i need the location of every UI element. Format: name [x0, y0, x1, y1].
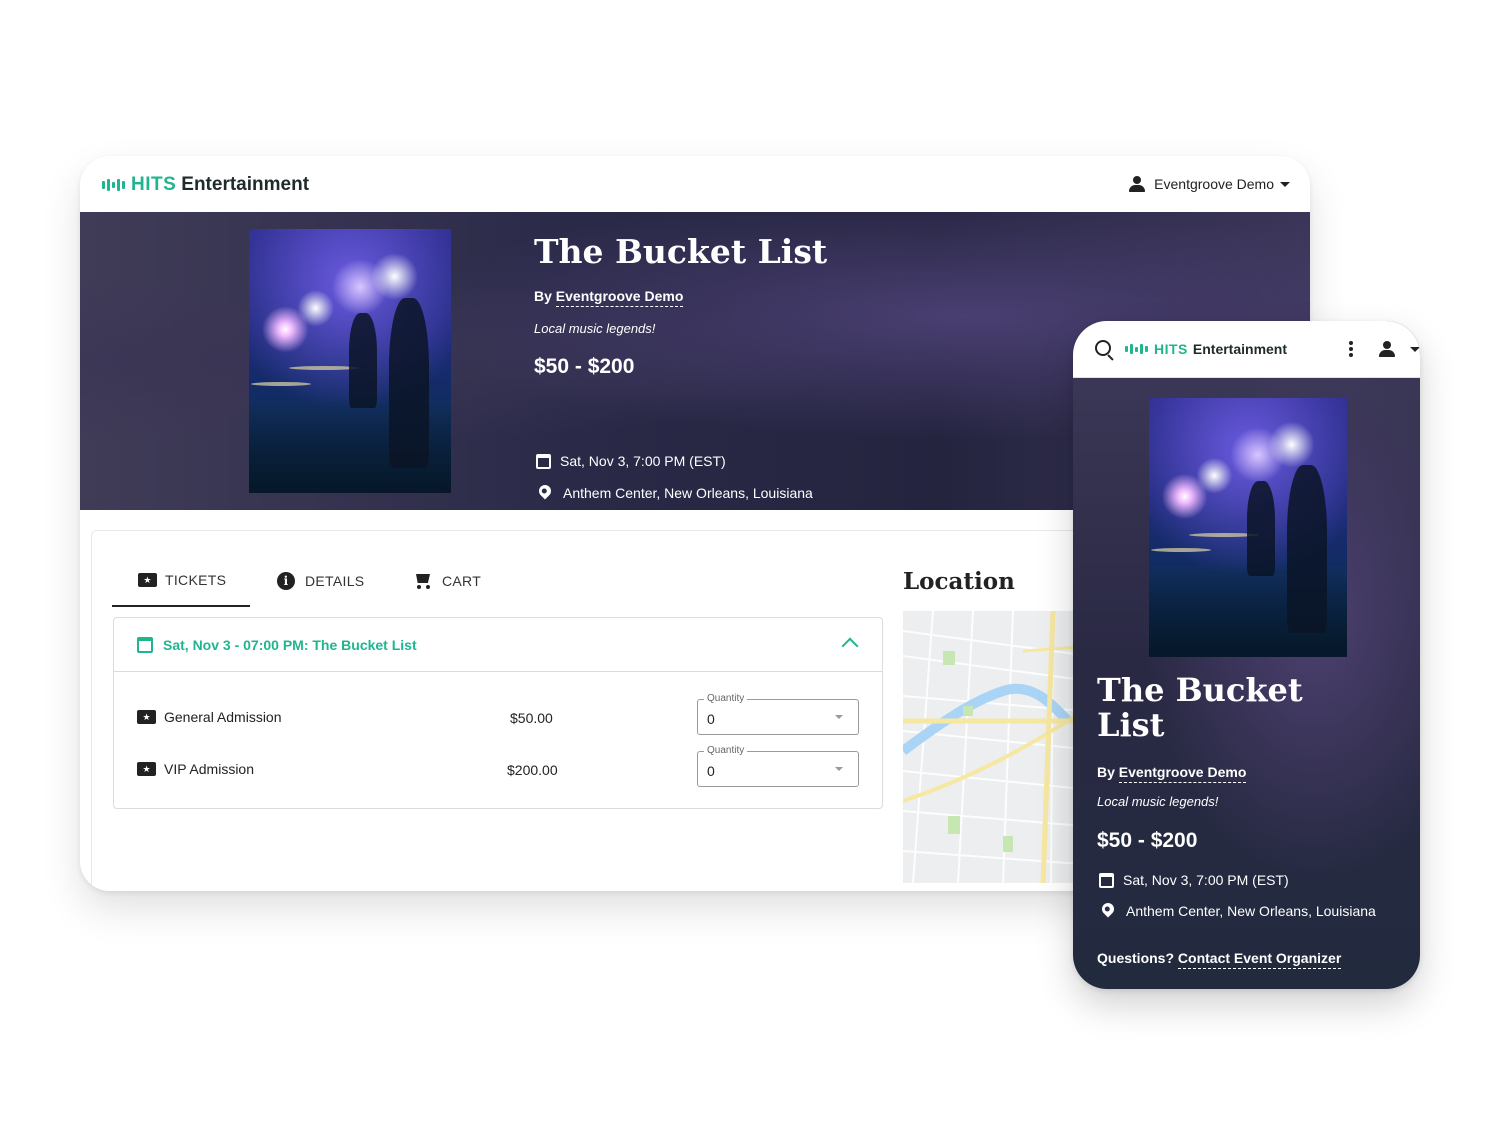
event-tagline: Local music legends!	[1097, 794, 1219, 809]
event-title: The Bucket List	[1097, 671, 1303, 744]
brand-name: Entertainment	[1192, 341, 1288, 357]
info-icon: i	[277, 572, 295, 590]
event-date: Sat, Nov 3, 7:00 PM (EST)	[536, 453, 726, 469]
ticket-name: ★ General Admission	[137, 709, 282, 725]
organizer-link[interactable]: Eventgroove Demo	[1118, 764, 1247, 783]
questions-label: Questions?	[1097, 950, 1175, 966]
user-menu[interactable]	[1378, 340, 1420, 358]
calendar-icon	[1099, 872, 1114, 888]
price-range: $50 - $200	[534, 355, 635, 378]
calendar-icon	[536, 453, 551, 469]
contact-organizer-link[interactable]: Contact Event Organizer	[1177, 950, 1342, 969]
ticket-price: $50.00	[510, 710, 553, 726]
by-prefix: By	[1097, 764, 1115, 780]
event-location: Anthem Center, New Orleans, Louisiana	[536, 482, 813, 501]
tab-details-label: DETAILS	[305, 573, 365, 589]
quantity-select[interactable]: Quantity 0	[697, 745, 859, 787]
organizer-link[interactable]: Eventgroove Demo	[555, 288, 684, 307]
brand-hits: HITS	[1154, 341, 1188, 357]
chevron-up-icon[interactable]	[841, 637, 859, 655]
tab-details[interactable]: i DETAILS	[250, 555, 388, 607]
ticket-row: ★ General Admission $50.00 Quantity 0	[114, 693, 882, 739]
organizer-line: By Eventgroove Demo	[534, 288, 684, 307]
tab-bar: ★ TICKETS i DETAILS CART	[112, 555, 518, 607]
search-icon[interactable]	[1095, 340, 1111, 356]
brand-logo[interactable]: HITS Entertainment	[102, 174, 309, 196]
location-heading: Location	[903, 568, 1015, 595]
map-pin-icon	[1099, 900, 1117, 918]
caret-down-icon	[835, 767, 843, 771]
cart-icon	[414, 574, 432, 589]
organizer-line: By Eventgroove Demo	[1097, 764, 1247, 783]
event-date: Sat, Nov 3, 7:00 PM (EST)	[1099, 872, 1289, 888]
quantity-select[interactable]: Quantity 0	[697, 693, 859, 735]
event-tagline: Local music legends!	[534, 321, 656, 336]
user-icon	[1378, 340, 1396, 358]
session-header[interactable]: Sat, Nov 3 - 07:00 PM: The Bucket List	[114, 618, 882, 672]
tab-tickets[interactable]: ★ TICKETS	[112, 555, 250, 607]
tab-cart[interactable]: CART	[388, 555, 518, 607]
caret-down-icon	[835, 715, 843, 719]
tab-tickets-label: TICKETS	[165, 572, 227, 588]
event-poster	[249, 229, 451, 493]
caret-down-icon	[1280, 181, 1290, 187]
brand-name: Entertainment	[181, 174, 310, 195]
ticket-name-text: General Admission	[164, 709, 282, 725]
mobile-top-bar: HITS Entertainment	[1073, 321, 1420, 378]
brand-hits: HITS	[131, 174, 177, 195]
event-location-text: Anthem Center, New Orleans, Louisiana	[1126, 903, 1376, 919]
event-location: Anthem Center, New Orleans, Louisiana	[1099, 900, 1376, 919]
price-range: $50 - $200	[1097, 829, 1198, 852]
tab-cart-label: CART	[442, 573, 482, 589]
event-date-text: Sat, Nov 3, 7:00 PM (EST)	[560, 453, 726, 469]
ticket-icon: ★	[137, 762, 156, 776]
session-accordion: Sat, Nov 3 - 07:00 PM: The Bucket List ★…	[113, 617, 883, 809]
calendar-icon	[137, 636, 153, 653]
contact-organizer-line: Questions? Contact Event Organizer	[1097, 950, 1342, 969]
by-prefix: By	[534, 288, 552, 304]
user-icon	[1128, 175, 1146, 193]
ticket-icon: ★	[138, 573, 157, 587]
kebab-menu-icon[interactable]	[1349, 341, 1353, 357]
brand-logo[interactable]: HITS Entertainment	[1125, 341, 1287, 357]
event-poster	[1149, 398, 1347, 657]
mobile-view: HITS Entertainment The Bucket List By Ev…	[1073, 321, 1420, 989]
caret-down-icon	[1410, 346, 1420, 352]
session-title: Sat, Nov 3 - 07:00 PM: The Bucket List	[163, 636, 417, 653]
logo-bars-icon	[1125, 344, 1148, 354]
quantity-value: 0	[707, 711, 715, 727]
ticket-name: ★ VIP Admission	[137, 761, 254, 777]
logo-bars-icon	[102, 179, 125, 191]
ticket-row: ★ VIP Admission $200.00 Quantity 0	[114, 745, 882, 791]
event-date-text: Sat, Nov 3, 7:00 PM (EST)	[1123, 872, 1289, 888]
top-bar: HITS Entertainment Eventgroove Demo	[80, 156, 1310, 213]
quantity-label: Quantity	[704, 745, 748, 756]
quantity-label: Quantity	[704, 693, 748, 704]
quantity-value: 0	[707, 763, 715, 779]
map-pin-icon	[536, 482, 554, 500]
ticket-price: $200.00	[507, 762, 558, 778]
event-title: The Bucket List	[534, 232, 828, 271]
ticket-icon: ★	[137, 710, 156, 724]
event-location-text: Anthem Center, New Orleans, Louisiana	[563, 485, 813, 501]
user-name: Eventgroove Demo	[1154, 176, 1274, 192]
user-menu[interactable]: Eventgroove Demo	[1128, 175, 1290, 193]
ticket-name-text: VIP Admission	[164, 761, 255, 777]
